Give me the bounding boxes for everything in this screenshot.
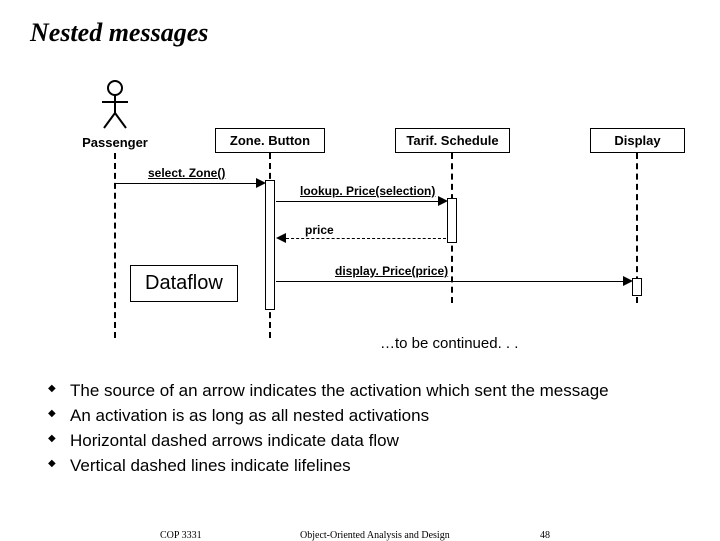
- activation-display: [632, 278, 642, 296]
- footer-course: COP 3331: [160, 530, 202, 541]
- lifeline-passenger: [114, 153, 116, 338]
- dataflow-callout: Dataflow: [130, 265, 238, 302]
- msg-select-zone: select. Zone(): [148, 166, 225, 180]
- msg-display-price: display. Price(price): [335, 264, 448, 278]
- continued-text: …to be continued. . .: [380, 335, 518, 352]
- arrowhead-lookup-price: [438, 196, 448, 206]
- stick-figure-icon: [100, 80, 130, 130]
- object-tarif-schedule: Tarif. Schedule: [395, 128, 510, 153]
- bullet-list: The source of an arrow indicates the act…: [48, 380, 688, 480]
- arrow-select-zone: [116, 183, 258, 184]
- arrowhead-select-zone: [256, 178, 266, 188]
- footer-title: Object-Oriented Analysis and Design: [300, 530, 450, 541]
- arrowhead-price: [276, 233, 286, 243]
- arrow-lookup-price: [276, 201, 440, 202]
- arrowhead-display-price: [623, 276, 633, 286]
- arrow-price: [286, 238, 446, 239]
- sequence-diagram: Passenger Zone. Button Tarif. Schedule D…: [0, 80, 720, 360]
- object-display: Display: [590, 128, 685, 153]
- arrow-display-price: [276, 281, 625, 282]
- bullet-item: Vertical dashed lines indicate lifelines: [48, 455, 688, 478]
- actor-label: Passenger: [75, 135, 155, 150]
- msg-price: price: [305, 223, 334, 237]
- bullet-item: The source of an arrow indicates the act…: [48, 380, 688, 403]
- footer-page: 48: [540, 530, 550, 541]
- slide-title: Nested messages: [30, 18, 208, 48]
- bullet-item: An activation is as long as all nested a…: [48, 405, 688, 428]
- bullet-item: Horizontal dashed arrows indicate data f…: [48, 430, 688, 453]
- object-zone-button: Zone. Button: [215, 128, 325, 153]
- msg-lookup-price: lookup. Price(selection): [300, 184, 435, 198]
- actor-passenger: Passenger: [95, 80, 135, 130]
- activation-tarif-schedule: [447, 198, 457, 243]
- activation-zone-button: [265, 180, 275, 310]
